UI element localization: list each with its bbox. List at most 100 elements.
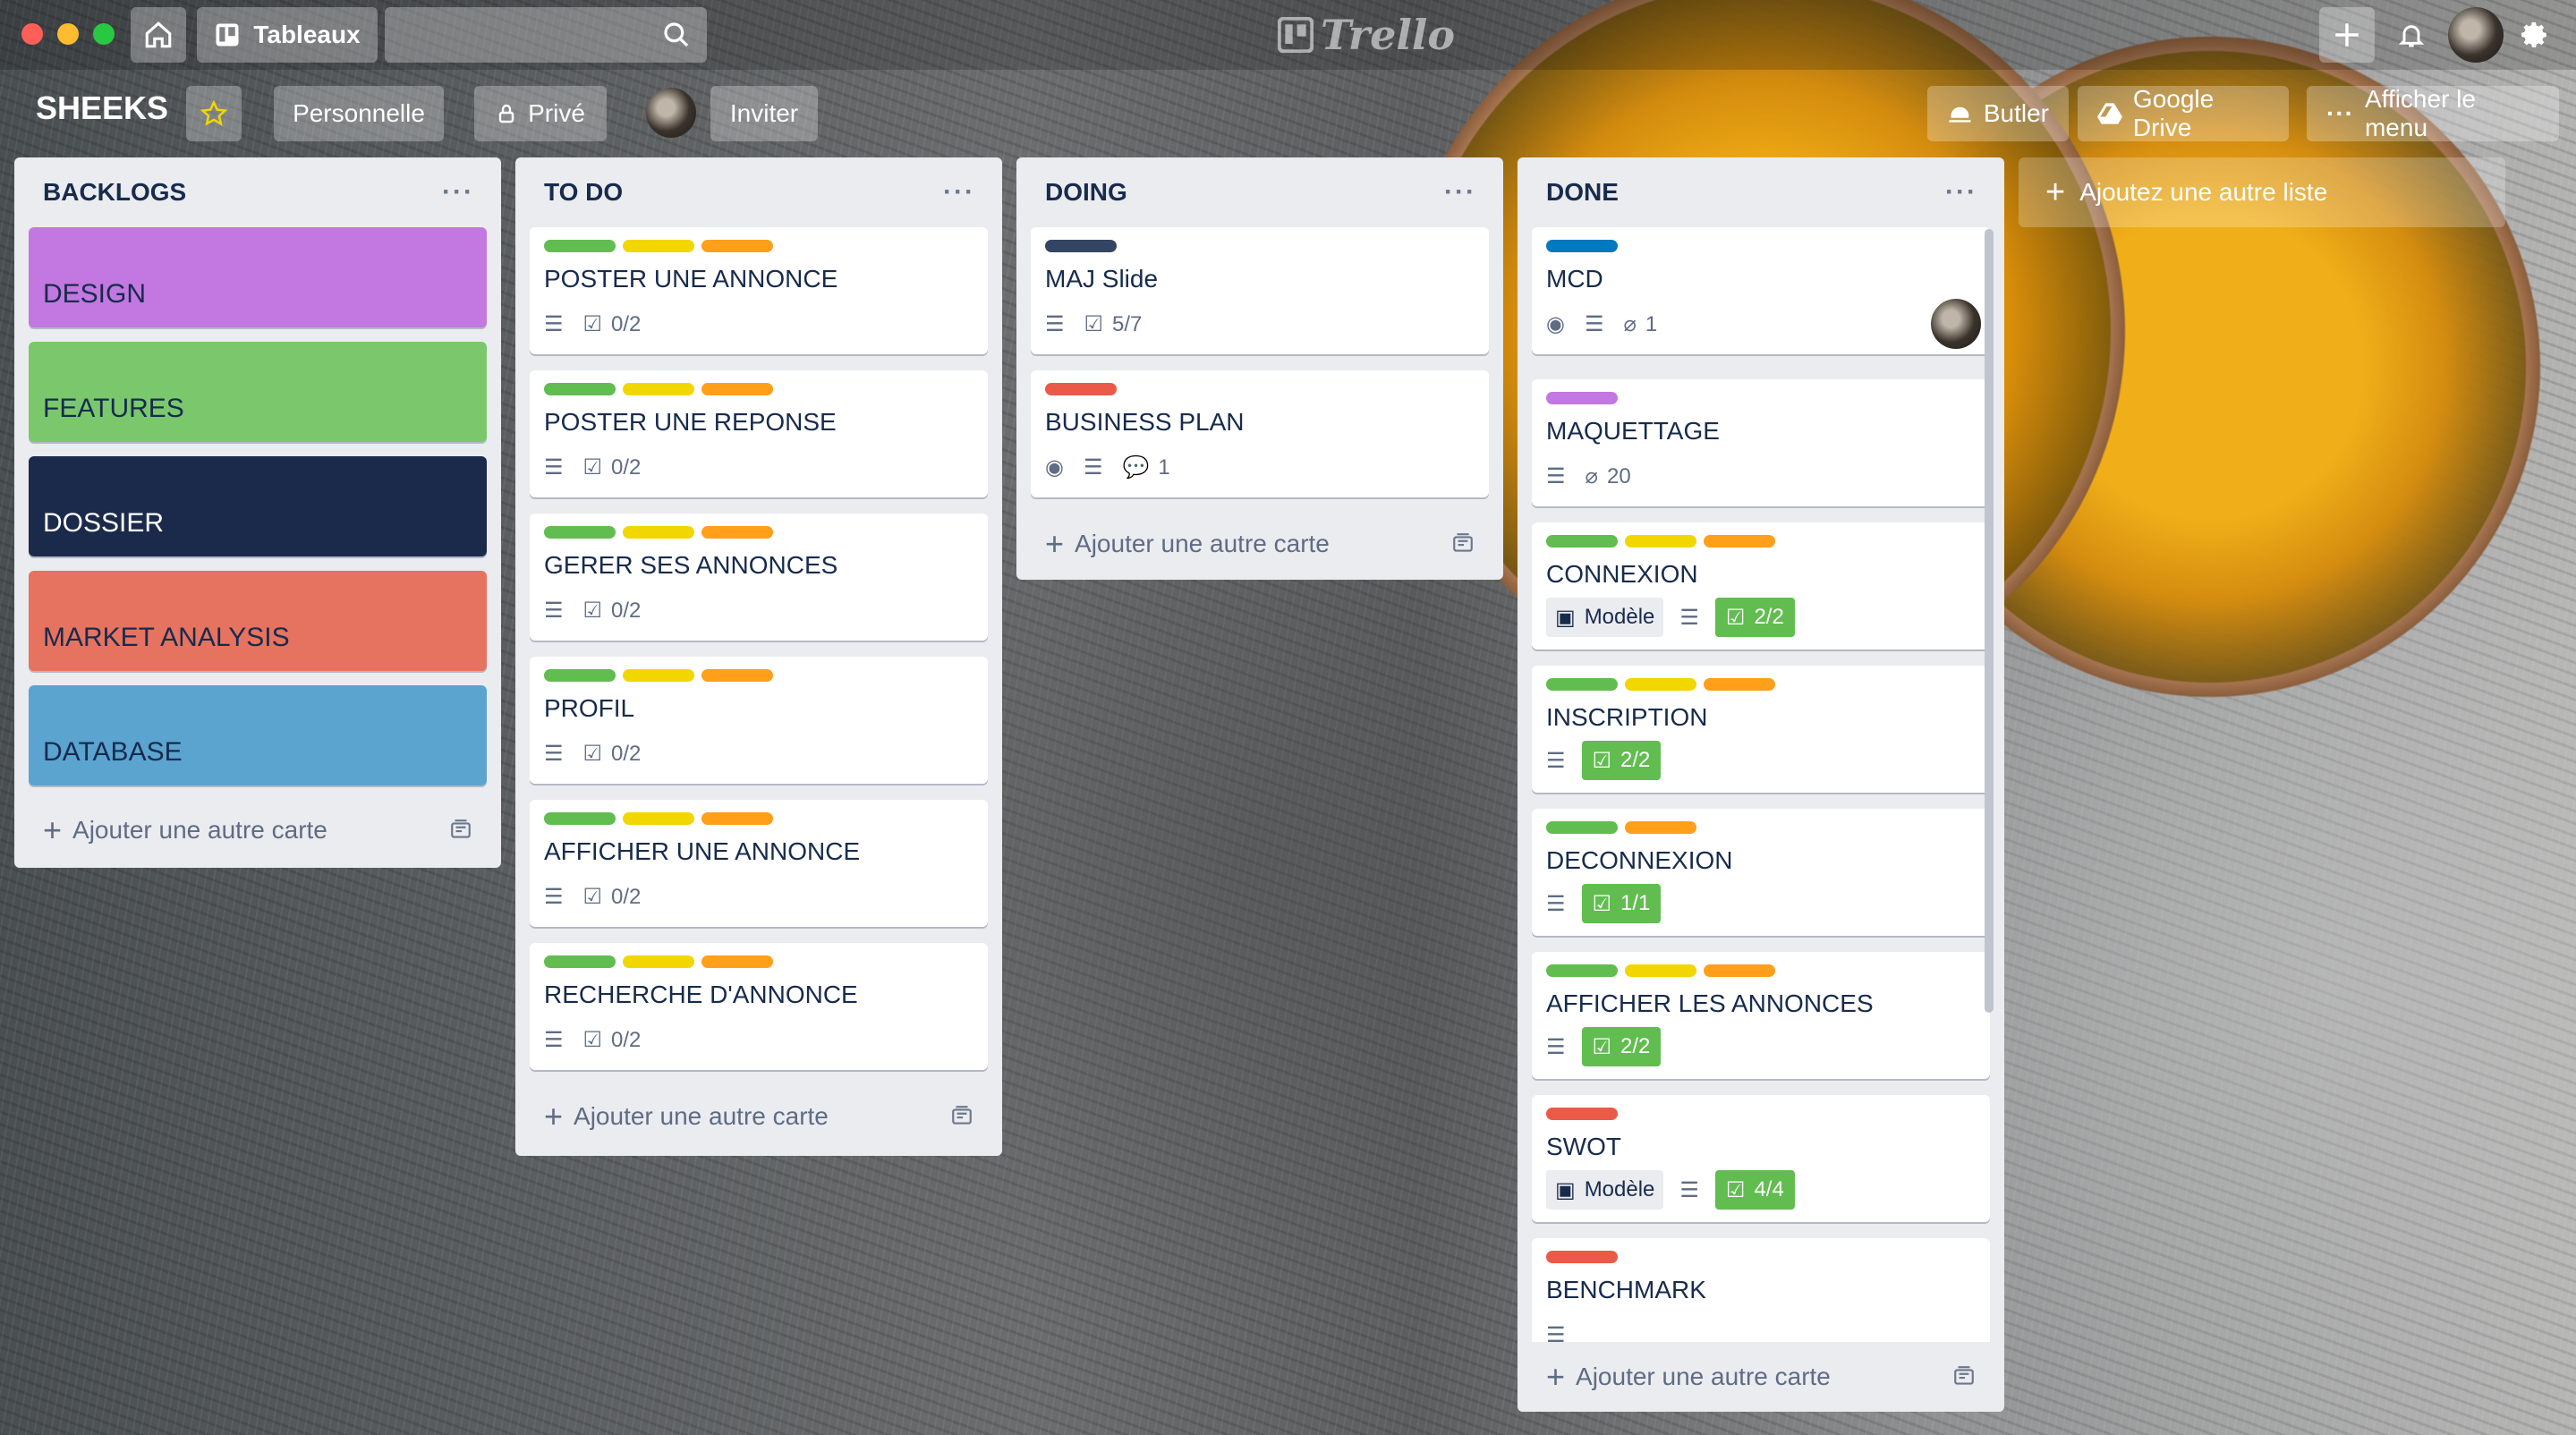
member-avatar[interactable]	[2448, 7, 2504, 63]
description-icon: ☰	[1679, 605, 1699, 630]
card-member-avatar[interactable]	[1931, 299, 1981, 349]
home-button[interactable]	[131, 7, 186, 63]
card-afficher-les-annonces[interactable]: AFFICHER LES ANNONCES ☰ ☑ 2/2	[1532, 952, 1990, 1079]
card-market-analysis[interactable]: MARKET ANALYSIS	[29, 571, 487, 671]
card-labels	[544, 383, 773, 395]
list-to-do[interactable]: TO DO ··· POSTER UNE ANNONCE ☰ ☑ 0/2 POSTER…	[515, 157, 1002, 1156]
butler-button[interactable]: Butler	[1927, 86, 2069, 141]
list-title[interactable]: TO DO	[544, 178, 623, 207]
settings-button[interactable]	[2507, 7, 2563, 63]
card-poster-une-reponse[interactable]: POSTER UNE REPONSE ☰ ☑ 0/2	[530, 370, 988, 497]
card-afficher-une-annonce[interactable]: AFFICHER UNE ANNONCE ☰ ☑ 0/2	[530, 800, 988, 927]
card-profil[interactable]: PROFIL ☰ ☑ 0/2	[530, 657, 988, 784]
window-controls	[21, 23, 115, 45]
card-title: AFFICHER LES ANNONCES	[1546, 989, 1874, 1017]
card-business-plan[interactable]: BUSINESS PLAN ◉ ☰ 💬 1	[1031, 370, 1489, 497]
comment-icon: 💬	[1122, 455, 1150, 480]
minimize-window-button[interactable]	[57, 23, 79, 45]
list-backlogs[interactable]: BACKLOGS ··· DESIGN FEATURES DOSSIER MARK…	[14, 157, 501, 868]
card-title: RECHERCHE D'ANNONCE	[544, 981, 858, 1008]
list-title[interactable]: DONE	[1546, 178, 1619, 207]
add-card-button[interactable]: + Ajouter une autre carte	[530, 1091, 988, 1142]
close-window-button[interactable]	[21, 23, 43, 45]
plus-icon: +	[1546, 1358, 1566, 1395]
board-header: SHEEKS Personnelle Privé Inviter Butler …	[0, 81, 2576, 147]
google-drive-button[interactable]: Google Drive	[2078, 85, 2289, 141]
plus-icon: +	[1045, 525, 1065, 562]
card-deconnexion[interactable]: DECONNEXION ☰ ☑ 1/1	[1532, 809, 1990, 936]
template-icon: ▣	[1555, 605, 1576, 630]
boards-button[interactable]: Tableaux	[197, 7, 378, 63]
search-input[interactable]	[385, 7, 707, 63]
card-title: SWOT	[1546, 1133, 1621, 1160]
card-mcd[interactable]: MCD ◉ ☰ ⌀ 1	[1532, 227, 1990, 354]
google-drive-label: Google Drive	[2132, 85, 2215, 141]
template-icon[interactable]	[950, 1105, 973, 1128]
description-icon: ☰	[1045, 312, 1065, 336]
watch-icon: ◉	[1045, 455, 1064, 480]
template-icon[interactable]	[449, 819, 472, 842]
zoom-window-button[interactable]	[93, 23, 115, 45]
list-menu-icon[interactable]: ···	[442, 179, 474, 206]
description-icon: ☰	[544, 885, 564, 909]
google-drive-icon	[2097, 103, 2122, 124]
create-button[interactable]	[2319, 7, 2375, 63]
card-poster-une-annonce[interactable]: POSTER UNE ANNONCE ☰ ☑ 0/2	[530, 227, 988, 354]
add-card-button[interactable]: + Ajouter une autre carte	[1518, 1342, 2004, 1412]
board-member-avatar[interactable]	[646, 88, 696, 138]
add-card-label: Ajouter une autre carte	[1576, 1363, 1831, 1390]
team-button[interactable]: Personnelle	[274, 86, 444, 141]
add-card-button[interactable]: + Ajouter une autre carte	[29, 805, 487, 855]
add-card-button[interactable]: + Ajouter une autre carte	[1031, 519, 1489, 569]
checklist-badge: ☑ 0/2	[582, 884, 642, 910]
list-doing[interactable]: DOING ··· MAJ Slide ☰ ☑ 5/7 BUSINESS PLAN ◉…	[1016, 157, 1503, 580]
add-list-button[interactable]: + Ajoutez une autre liste	[2019, 157, 2505, 227]
checklist-icon: ☑	[582, 599, 603, 623]
list-menu-icon[interactable]: ···	[943, 179, 975, 206]
card-labels	[1546, 1251, 1618, 1263]
list-scrollbar[interactable]	[1985, 229, 1994, 1013]
card-dossier[interactable]: DOSSIER	[29, 456, 487, 556]
list-title[interactable]: DOING	[1045, 178, 1127, 207]
notifications-button[interactable]	[2384, 7, 2439, 63]
invite-button[interactable]: Inviter	[710, 86, 818, 141]
card-labels	[1546, 964, 1775, 977]
template-icon[interactable]	[1952, 1365, 1976, 1388]
card-features[interactable]: FEATURES	[29, 342, 487, 442]
card-labels	[544, 955, 773, 968]
description-icon: ☰	[1083, 455, 1103, 480]
card-title: POSTER UNE ANNONCE	[544, 265, 838, 293]
card-labels	[1546, 678, 1775, 691]
checklist-icon: ☑	[1725, 605, 1746, 630]
description-icon: ☰	[544, 1028, 564, 1052]
list-menu-icon[interactable]: ···	[1444, 179, 1476, 206]
template-icon: ▣	[1555, 1177, 1576, 1202]
trello-logo[interactable]: Trello	[1278, 11, 1455, 59]
card-recherche-d-annonce[interactable]: RECHERCHE D'ANNONCE ☰ ☑ 0/2	[530, 943, 988, 1070]
lock-icon	[498, 104, 514, 123]
star-button[interactable]	[186, 86, 242, 141]
list-menu-icon[interactable]: ···	[1945, 179, 1977, 206]
card-maj-slide[interactable]: MAJ Slide ☰ ☑ 5/7	[1031, 227, 1489, 354]
card-inscription[interactable]: INSCRIPTION ☰ ☑ 2/2	[1532, 666, 1990, 793]
visibility-button[interactable]: Privé	[474, 86, 607, 141]
card-title: MAQUETTAGE	[1546, 417, 1720, 445]
card-title: GERER SES ANNONCES	[544, 551, 838, 579]
card-maquettage[interactable]: MAQUETTAGE ☰ ⌀ 20	[1532, 379, 1990, 506]
card-database[interactable]: DATABASE	[29, 685, 487, 785]
board-title[interactable]: SHEEKS	[36, 89, 168, 127]
list-done[interactable]: DONE ··· MCD ◉ ☰ ⌀ 1 MAQUETTAGE ☰ ⌀ 20 CONNEXI…	[1518, 157, 2004, 1412]
card-gerer-ses-annonces[interactable]: GERER SES ANNONCES ☰ ☑ 0/2	[530, 514, 988, 641]
card-connexion[interactable]: CONNEXION ▣ Modèle ☰ ☑ 2/2	[1532, 522, 1990, 650]
card-labels	[1546, 392, 1618, 404]
card-design[interactable]: DESIGN	[29, 227, 487, 327]
card-title: BUSINESS PLAN	[1045, 408, 1245, 436]
template-icon[interactable]	[1451, 532, 1475, 556]
show-menu-button[interactable]: ··· Afficher le menu	[2307, 85, 2559, 141]
gear-icon	[2521, 21, 2546, 47]
star-icon	[200, 100, 227, 126]
list-title[interactable]: BACKLOGS	[43, 178, 186, 207]
plus-icon: +	[2045, 173, 2066, 211]
card-title: DOSSIER	[43, 508, 165, 538]
card-swot[interactable]: SWOT ▣ Modèle ☰ ☑ 4/4	[1532, 1095, 1990, 1222]
